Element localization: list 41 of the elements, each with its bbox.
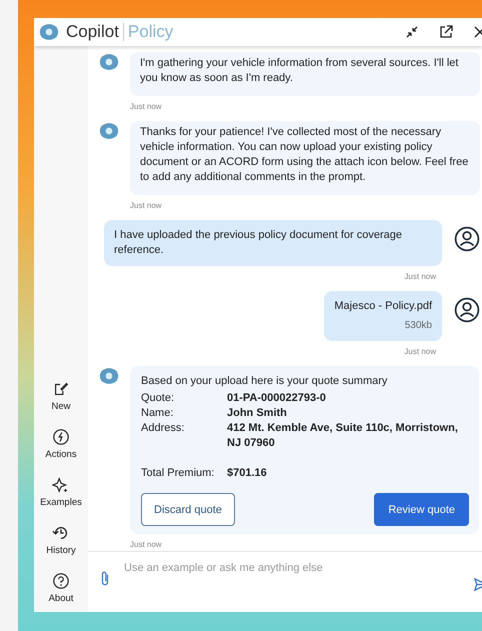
sidebar-item[interactable]: History bbox=[46, 524, 76, 556]
secondary-button[interactable]: Discard quote bbox=[141, 493, 235, 526]
sparkle-icon bbox=[52, 476, 70, 494]
field-label: Total Premium: bbox=[141, 466, 216, 481]
bot-message: I'm gathering your vehicle information from several sources. I'll let you know as soon as I'm ready. bbox=[130, 52, 480, 96]
field-value: 01-PA-000022793-0 bbox=[227, 391, 327, 406]
question-circle-icon bbox=[52, 572, 70, 590]
field-label: Quote: bbox=[141, 391, 176, 406]
user-avatar-icon bbox=[454, 226, 480, 252]
bot-avatar-icon bbox=[98, 121, 120, 141]
timestamp: Just now bbox=[130, 540, 163, 549]
paperclip-icon[interactable] bbox=[100, 569, 110, 587]
logo-icon bbox=[38, 22, 60, 42]
field-value: 412 Mt. Kemble Ave, Suite 110c, Morristown, NJ 07960 bbox=[227, 421, 459, 451]
user-avatar-icon bbox=[454, 297, 480, 323]
user-message: I have uploaded the previous policy document for coverage reference. bbox=[104, 220, 442, 266]
sidebar-item[interactable]: Examples bbox=[40, 476, 82, 508]
sidebar-item[interactable]: Actions bbox=[45, 428, 77, 460]
field-value: $701.16 bbox=[227, 466, 268, 481]
minimize-icon[interactable] bbox=[404, 24, 420, 40]
timestamp: Just now bbox=[130, 102, 163, 111]
timestamp: Just now bbox=[404, 347, 436, 356]
quote-intro: Based on your upload here is your quote summary bbox=[141, 374, 388, 389]
sidebar-item[interactable]: About bbox=[48, 572, 74, 604]
prompt-input[interactable]: Use an example or ask me anything else bbox=[124, 562, 473, 574]
bot-message: Thanks for your patience! I've collected most of the necessary vehicle information. You can now upload your existing policy document or an ACORD form using the attach icon below. Feel free to add any additional comments in the prompt. bbox=[130, 121, 480, 195]
field-label: Name: bbox=[141, 406, 174, 421]
primary-button[interactable]: Review quote bbox=[374, 493, 469, 526]
product-name: Policy bbox=[128, 22, 174, 42]
bot-avatar-icon bbox=[98, 366, 120, 386]
field-label: Address: bbox=[141, 421, 186, 436]
bot-avatar-icon bbox=[98, 52, 120, 72]
field-value: John Smith bbox=[227, 406, 288, 421]
timestamp: Just now bbox=[130, 201, 163, 210]
file-attachment[interactable]: Majesco - Policy.pdf 530kb bbox=[324, 291, 442, 341]
brand-name: Copilot bbox=[66, 22, 119, 42]
external-link-icon[interactable] bbox=[438, 24, 454, 40]
bolt-circle-icon bbox=[52, 428, 70, 446]
history-icon bbox=[52, 524, 70, 542]
timestamp: Just now bbox=[404, 272, 436, 281]
sidebar-item[interactable]: New bbox=[51, 380, 70, 412]
